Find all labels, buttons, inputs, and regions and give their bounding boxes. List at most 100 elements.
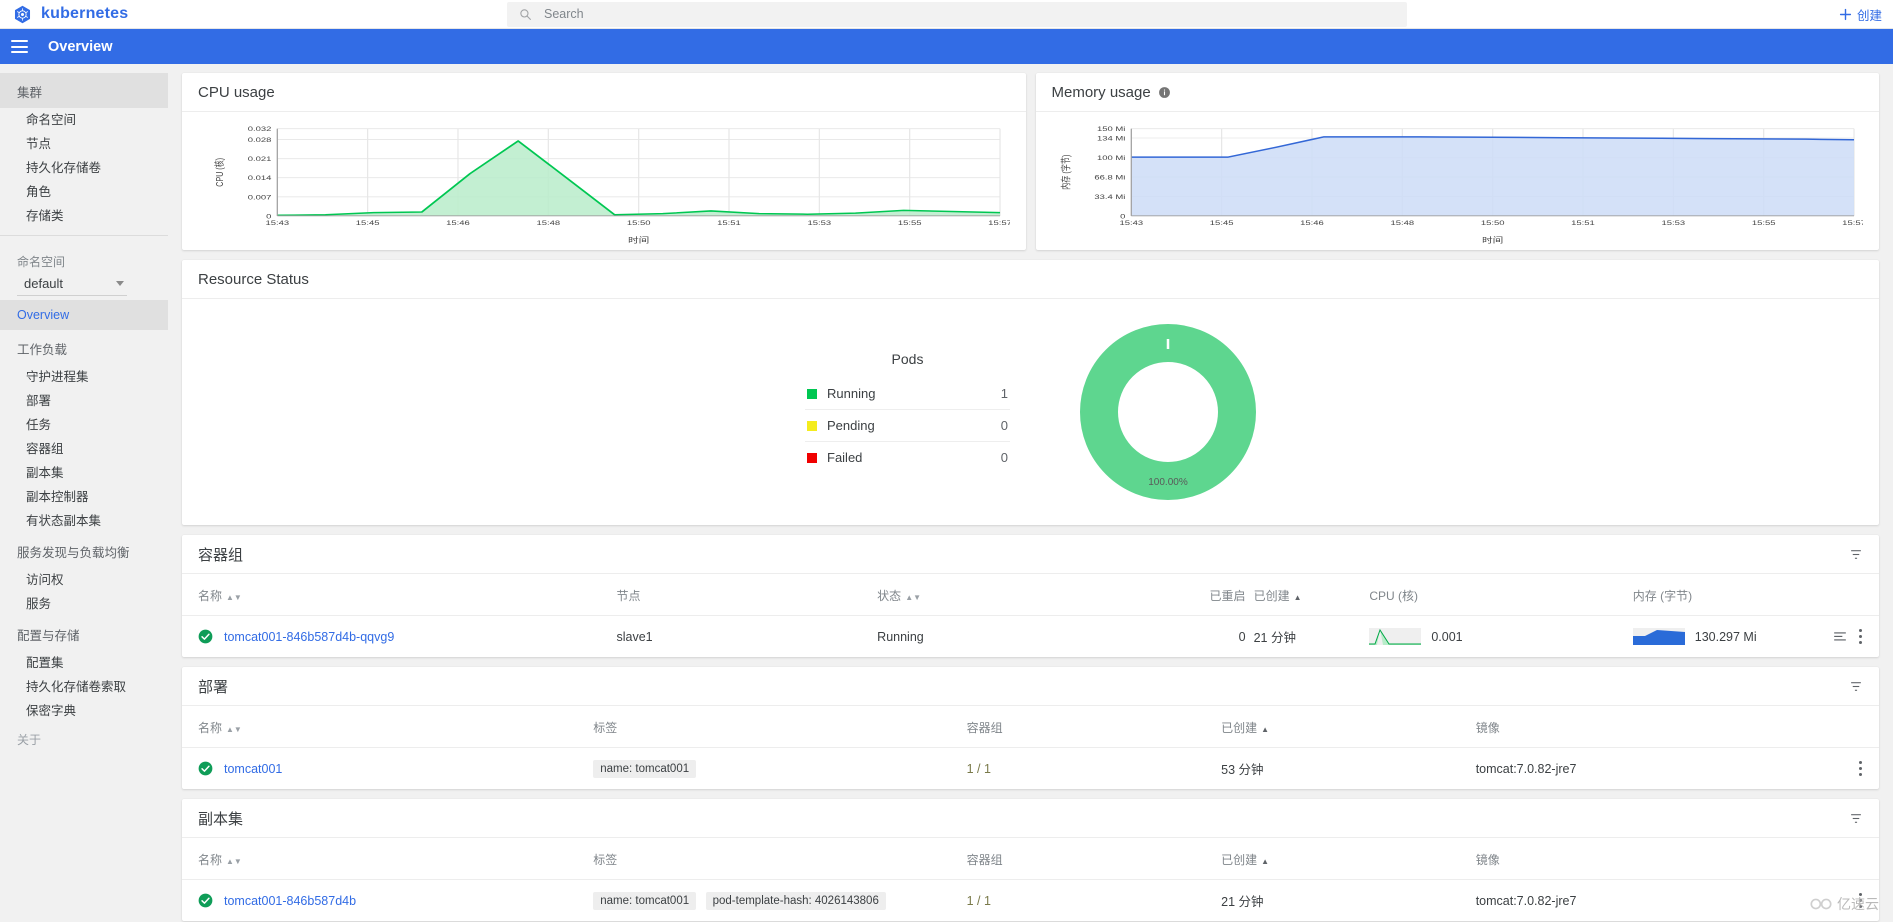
logs-icon[interactable] — [1833, 631, 1847, 643]
dep-col-actions — [1777, 706, 1879, 748]
sidebar-item-storage-classes[interactable]: 存储类 — [0, 204, 168, 228]
svg-text:15:55: 15:55 — [898, 219, 922, 226]
sidebar-item-pvcs[interactable]: 持久化存储卷索取 — [0, 675, 168, 699]
dep-actions-cell — [1777, 747, 1879, 789]
cpu-usage-chart-body: 0.032 0.028 0.021 0.014 0.007 0 CPU (核) 15:43 15… — [182, 112, 1026, 250]
search-input[interactable] — [544, 7, 1395, 21]
info-icon[interactable] — [1158, 86, 1171, 99]
svg-text:15:53: 15:53 — [808, 219, 832, 226]
rs-col-created[interactable]: 已创建 ▲ — [1217, 838, 1472, 880]
page-header: Overview — [0, 29, 1893, 64]
table-row[interactable]: tomcat001-846b587d4b name: tomcat001 pod… — [182, 879, 1879, 921]
sidebar-item-roles[interactable]: 角色 — [0, 180, 168, 204]
cpu-usage-card-header: CPU usage — [182, 73, 1026, 112]
replicasets-card-title: 副本集 — [198, 810, 244, 828]
sidebar-item-overview[interactable]: Overview — [0, 300, 168, 330]
rs-col-name-label: 名称 — [198, 853, 223, 867]
svg-text:15:48: 15:48 — [1390, 219, 1414, 226]
pods-col-created[interactable]: 已创建 ▲ — [1250, 574, 1366, 616]
sidebar-item-jobs[interactable]: 任务 — [0, 413, 168, 437]
rs-col-labels: 标签 — [589, 838, 962, 880]
pods-col-cpu: CPU (核) — [1365, 574, 1628, 616]
svg-text:时间: 时间 — [1482, 235, 1503, 244]
sidebar-item-secrets[interactable]: 保密字典 — [0, 699, 168, 723]
rs-col-actions — [1777, 838, 1879, 880]
status-ok-icon — [198, 629, 213, 644]
sidebar-item-daemonsets[interactable]: 守护进程集 — [0, 365, 168, 389]
resource-status-card: Resource Status Pods Running 1 Pending 0 — [182, 260, 1879, 525]
legend-count-pending: 0 — [1000, 418, 1008, 433]
filter-icon[interactable] — [1849, 548, 1863, 561]
sidebar-item-services[interactable]: 服务 — [0, 592, 168, 616]
rs-name-cell: tomcat001-846b587d4b — [182, 879, 590, 921]
sidebar-item-persistent-volumes[interactable]: 持久化存储卷 — [0, 156, 168, 180]
label-chip: pod-template-hash: 4026143806 — [705, 891, 886, 910]
pods-col-node-label: 节点 — [616, 589, 641, 603]
replicasets-card-header: 副本集 — [182, 799, 1879, 838]
running-swatch — [807, 388, 817, 399]
resource-status-body: Pods Running 1 Pending 0 Failed 0 100.00… — [182, 299, 1879, 525]
row-menu-icon[interactable] — [1859, 761, 1863, 776]
filter-icon[interactable] — [1849, 812, 1863, 825]
pods-col-node[interactable]: 节点 — [613, 574, 874, 616]
sidebar-item-replicasets[interactable]: 副本集 — [0, 461, 168, 485]
replicasets-card: 副本集 名称 ▲▼ 标签 容器组 已创建 ▲ 镜像 tomcat001-846b… — [182, 799, 1879, 921]
legend-row-failed: Failed 0 — [805, 442, 1010, 473]
sidebar-item-replicationcontrollers[interactable]: 副本控制器 — [0, 485, 168, 509]
cpu-usage-title: CPU usage — [198, 83, 275, 101]
svg-text:15:55: 15:55 — [1751, 219, 1775, 226]
sidebar-item-statefulsets[interactable]: 有状态副本集 — [0, 509, 168, 533]
namespace-select[interactable]: default — [17, 274, 127, 296]
table-row[interactable]: tomcat001-846b587d4b-qqvg9 slave1 Runnin… — [182, 615, 1879, 657]
brand[interactable]: kubernetes — [0, 5, 500, 24]
pod-cpu-value: 0.001 — [1431, 629, 1463, 644]
dep-labels-cell: name: tomcat001 — [589, 747, 963, 789]
kubernetes-logo-icon — [14, 5, 31, 23]
legend-row-pending: Pending 0 — [805, 410, 1010, 442]
pods-table: 名称▲▼ 节点 状态▲▼ 已重启 已创建▲ CPU (核) 内存 (字节) — [182, 574, 1879, 657]
dep-col-name[interactable]: 名称 ▲▼ — [182, 706, 589, 748]
sidebar-item-namespaces[interactable]: 命名空间 — [0, 108, 168, 132]
deployments-card-title: 部署 — [198, 678, 229, 696]
label-chip: name: tomcat001 — [593, 759, 697, 778]
rs-col-name[interactable]: 名称 ▲▼ — [182, 838, 589, 880]
pods-table-header-row: 名称 ▲▼ 节点 状态 ▲▼ 已重启 已创建 ▲ CPU (核) 内存 (字节) — [182, 574, 1879, 616]
svg-text:134 Mi: 134 Mi — [1097, 135, 1126, 142]
sidebar-divider — [0, 235, 168, 236]
pods-col-status[interactable]: 状态 ▲▼ — [873, 574, 1102, 616]
legend-row-running: Running 1 — [805, 378, 1010, 410]
row-menu-icon[interactable] — [1859, 629, 1863, 644]
resource-status-card-header: Resource Status — [182, 260, 1879, 299]
dep-col-created[interactable]: 已创建 ▲ — [1217, 706, 1472, 748]
pods-donut-chart — [1080, 324, 1256, 500]
failed-swatch — [807, 452, 817, 463]
deployment-name-link[interactable]: tomcat001 — [224, 762, 282, 776]
svg-text:15:50: 15:50 — [1480, 219, 1504, 226]
table-row[interactable]: tomcat001 name: tomcat001 1 / 1 53 分钟 to… — [182, 747, 1879, 789]
sidebar-item-ingresses[interactable]: 访问权 — [0, 568, 168, 592]
create-button[interactable]: 创建 — [1839, 0, 1882, 29]
search-bar[interactable] — [507, 1, 1407, 27]
deployments-card: 部署 名称 ▲▼ 标签 容器组 已创建 ▲ 镜像 tomcat001 name:… — [182, 667, 1879, 789]
sidebar-item-about[interactable]: 关于 — [0, 723, 168, 756]
sidebar-item-configmaps[interactable]: 配置集 — [0, 651, 168, 675]
sort-icon: ▲▼ — [905, 593, 922, 602]
rs-col-image-label: 镜像 — [1475, 853, 1500, 867]
svg-text:内存 (字节): 内存 (字节) — [1059, 155, 1072, 190]
svg-text:15:45: 15:45 — [356, 219, 380, 226]
sidebar-item-pods[interactable]: 容器组 — [0, 437, 168, 461]
sidebar-item-nodes[interactable]: 节点 — [0, 132, 168, 156]
pods-col-restarts[interactable]: 已重启 — [1102, 574, 1250, 616]
dep-pods-cell: 1 / 1 — [962, 747, 1218, 789]
filter-icon[interactable] — [1849, 680, 1863, 693]
sidebar-group-discovery: 服务发现与负载均衡 — [17, 546, 130, 560]
svg-text:33.4 Mi: 33.4 Mi — [1094, 193, 1125, 200]
dep-col-labels-label: 标签 — [593, 721, 618, 735]
pods-col-name[interactable]: 名称 ▲▼ — [182, 574, 613, 616]
sidebar-item-deployments[interactable]: 部署 — [0, 389, 168, 413]
pod-name-link[interactable]: tomcat001-846b587d4b-qqvg9 — [224, 630, 394, 644]
sort-icon-active: ▲ — [1293, 593, 1302, 602]
row-menu-icon[interactable] — [1859, 893, 1863, 908]
replicaset-name-link[interactable]: tomcat001-846b587d4b — [224, 894, 356, 908]
menu-icon[interactable] — [11, 40, 28, 53]
